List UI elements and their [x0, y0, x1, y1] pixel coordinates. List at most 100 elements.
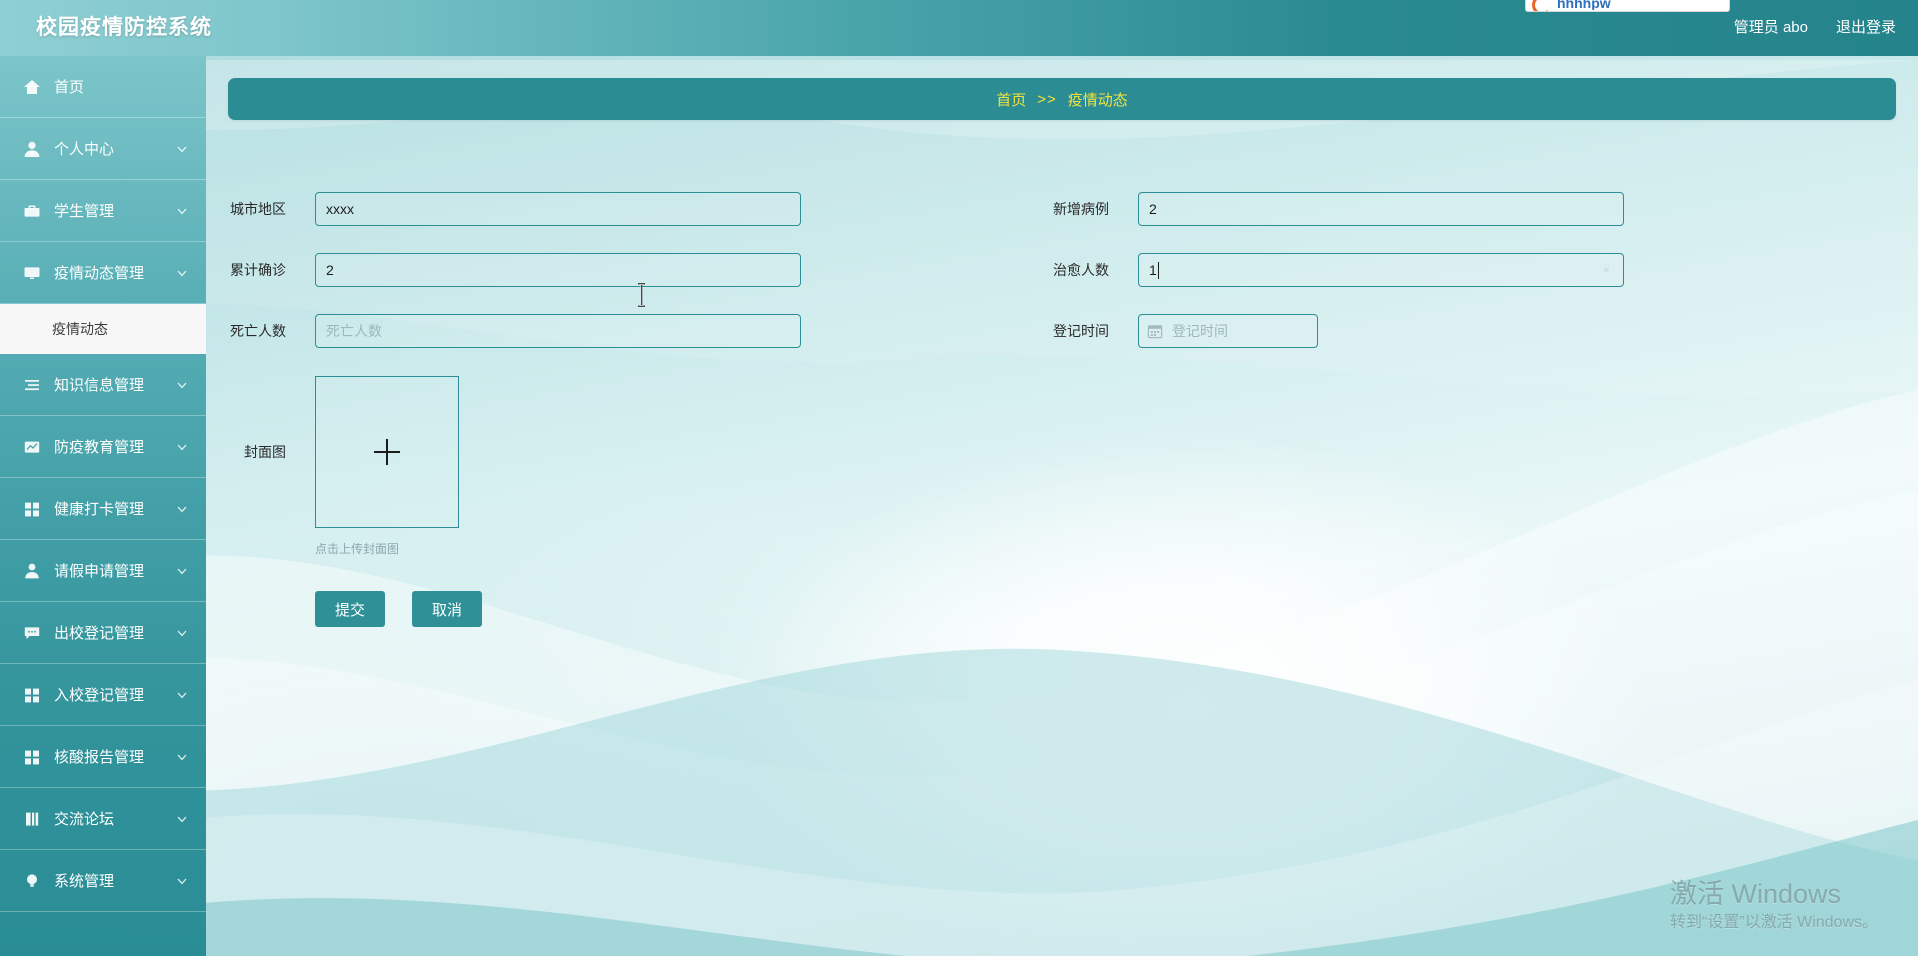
- chevron-down-icon: [176, 874, 190, 888]
- sidebar-item-label: 交流论坛: [54, 811, 115, 828]
- cover-image-column: 点击上传封面图: [315, 376, 459, 557]
- overlay-title: hhhhpw: [1557, 0, 1611, 10]
- new-cases-field[interactable]: 2: [1138, 192, 1624, 226]
- sidebar-item-prevention-education[interactable]: 防疫教育管理: [0, 416, 206, 478]
- chevron-down-icon: [176, 266, 190, 280]
- person-icon: [22, 561, 42, 581]
- sidebar-item-health-checkin[interactable]: 健康打卡管理: [0, 478, 206, 540]
- recovered-count-field[interactable]: 1 ×: [1138, 253, 1624, 287]
- app-window: 校园疫情防控系统 管理员 abo 退出登录 hhhhpw 首页 个人中心 学生管…: [0, 0, 1918, 956]
- chevron-down-icon: [176, 750, 190, 764]
- form-row-new-cases: 新增病例 2: [1051, 192, 1624, 226]
- sidebar-item-forum[interactable]: 交流论坛: [0, 788, 206, 850]
- chat-icon: [22, 623, 42, 643]
- total-confirmed-field[interactable]: 2: [315, 253, 801, 287]
- submit-button[interactable]: 提交: [315, 591, 385, 627]
- chevron-down-icon: [176, 378, 190, 392]
- sidebar-item-personal-center[interactable]: 个人中心: [0, 118, 206, 180]
- header-actions: 管理员 abo 退出登录: [1734, 16, 1896, 37]
- city-region-label: 城市地区: [230, 201, 286, 217]
- sidebar-item-label: 个人中心: [54, 141, 115, 158]
- sidebar-item-label: 入校登记管理: [54, 687, 145, 704]
- sidebar-subitem-label: 疫情动态: [52, 320, 108, 337]
- sidebar-item-entry-registration[interactable]: 入校登记管理: [0, 664, 206, 726]
- form-row-recovered-count: 治愈人数 1 ×: [1051, 253, 1624, 287]
- register-time-field[interactable]: 登记时间: [1138, 314, 1318, 348]
- register-time-label: 登记时间: [1053, 323, 1109, 339]
- city-region-value: xxxx: [326, 201, 354, 217]
- grid-icon: [22, 747, 42, 767]
- overlay-logo-icon: [1532, 0, 1552, 11]
- form-row-total-confirmed: 累计确诊 2: [228, 253, 801, 287]
- chevron-down-icon: [176, 502, 190, 516]
- total-confirmed-value: 2: [326, 262, 334, 278]
- sidebar-submenu-epidemic: 疫情动态: [0, 304, 206, 354]
- chevron-down-icon: [176, 142, 190, 156]
- death-count-field[interactable]: 死亡人数: [315, 314, 801, 348]
- death-count-placeholder: 死亡人数: [326, 323, 382, 339]
- sidebar-item-label: 知识信息管理: [54, 377, 145, 394]
- briefcase-icon: [22, 201, 42, 221]
- sidebar-item-label: 出校登记管理: [54, 625, 145, 642]
- sidebar-subitem-epidemic-news[interactable]: 疫情动态: [0, 304, 206, 354]
- breadcrumb-current: 疫情动态: [1067, 91, 1128, 109]
- text-caret: [1157, 261, 1159, 279]
- sidebar-item-label: 学生管理: [54, 203, 115, 220]
- new-cases-value: 2: [1149, 201, 1157, 217]
- sidebar-item-nucleic-report[interactable]: 核酸报告管理: [0, 726, 206, 788]
- form-actions: 提交 取消: [315, 591, 482, 627]
- cover-image-hint: 点击上传封面图: [315, 542, 400, 556]
- form-row-death-count: 死亡人数 死亡人数: [228, 314, 801, 348]
- monitor-icon: [22, 263, 42, 283]
- new-cases-label: 新增病例: [1053, 201, 1109, 217]
- user-icon: [22, 139, 42, 159]
- register-time-placeholder: 登记时间: [1172, 323, 1228, 339]
- bulb-icon: [22, 871, 42, 891]
- recovered-count-value: 1: [1149, 262, 1157, 278]
- plus-icon: [374, 439, 400, 465]
- chevron-down-icon: [176, 812, 190, 826]
- cover-image-upload-button[interactable]: [315, 376, 459, 528]
- logout-link[interactable]: 退出登录: [1836, 16, 1896, 37]
- sidebar-item-label: 首页: [54, 79, 85, 96]
- breadcrumb-separator: >>: [1037, 90, 1057, 108]
- chevron-down-icon: [176, 204, 190, 218]
- form-row-cover-image: 封面图 点击上传封面图: [228, 376, 459, 557]
- main-content: 首页 >> 疫情动态 城市地区 xxxx 新增病例 2 累计确诊 2 治愈人数 …: [206, 56, 1918, 956]
- chart-icon: [22, 437, 42, 457]
- book-icon: [22, 809, 42, 829]
- sidebar-item-home[interactable]: 首页: [0, 56, 206, 118]
- clear-icon[interactable]: ×: [1599, 263, 1614, 278]
- app-title: 校园疫情防控系统: [36, 16, 212, 39]
- sidebar-item-label: 核酸报告管理: [54, 749, 145, 766]
- form-row-register-time: 登记时间 登记时间: [1051, 314, 1318, 348]
- sidebar-item-leave-application[interactable]: 请假申请管理: [0, 540, 206, 602]
- death-count-label: 死亡人数: [230, 323, 286, 339]
- calendar-icon: [1147, 323, 1164, 340]
- sidebar-item-system-management[interactable]: 系统管理: [0, 850, 206, 912]
- breadcrumb-home[interactable]: 首页: [996, 89, 1026, 110]
- sidebar-item-label: 请假申请管理: [54, 563, 145, 580]
- list-icon: [22, 375, 42, 395]
- chevron-down-icon: [176, 688, 190, 702]
- sidebar-item-student-management[interactable]: 学生管理: [0, 180, 206, 242]
- current-user-label: 管理员 abo: [1733, 19, 1808, 36]
- city-region-field[interactable]: xxxx: [315, 192, 801, 226]
- sidebar-item-label: 疫情动态管理: [54, 265, 145, 282]
- total-confirmed-label: 累计确诊: [230, 262, 286, 278]
- sidebar-nav[interactable]: 首页 个人中心 学生管理 疫情动态管理 疫情动态 知识信息管理 防疫教育管理 健…: [0, 56, 206, 956]
- sidebar-item-epidemic-management[interactable]: 疫情动态管理: [0, 242, 206, 304]
- cancel-button[interactable]: 取消: [412, 591, 482, 627]
- chevron-down-icon: [176, 626, 190, 640]
- grid-icon: [22, 685, 42, 705]
- sidebar-item-label: 健康打卡管理: [54, 501, 145, 518]
- clipped-browser-overlay[interactable]: hhhhpw: [1525, 0, 1730, 12]
- sidebar-item-exit-registration[interactable]: 出校登记管理: [0, 602, 206, 664]
- recovered-count-label: 治愈人数: [1053, 262, 1109, 278]
- home-icon: [22, 77, 42, 97]
- sidebar-item-label: 防疫教育管理: [54, 439, 145, 456]
- sidebar-item-label: 系统管理: [54, 873, 115, 890]
- form-row-city-region: 城市地区 xxxx: [228, 192, 801, 226]
- sidebar-item-knowledge-management[interactable]: 知识信息管理: [0, 354, 206, 416]
- grid-icon: [22, 499, 42, 519]
